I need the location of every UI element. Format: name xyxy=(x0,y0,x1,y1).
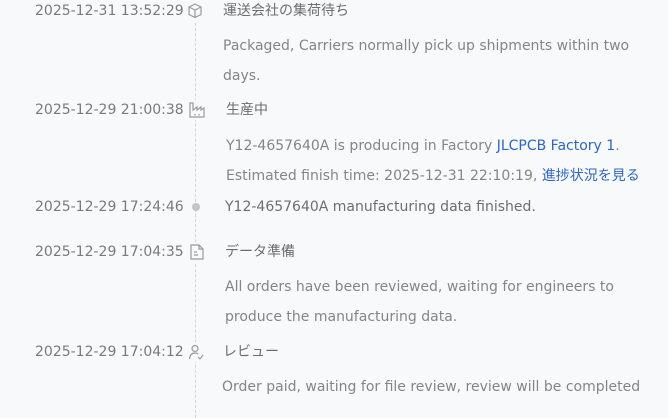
event-description-line: Y12-4657640A is producing in Factory JLC… xyxy=(226,131,640,161)
event-timestamp: 2025-12-31 13:52:29 xyxy=(35,3,184,19)
factory-icon xyxy=(187,100,207,120)
event-timestamp: 2025-12-29 17:04:12 xyxy=(35,344,184,360)
data-file-icon xyxy=(187,242,207,262)
event-description-line: Order paid, waiting for file review, rev… xyxy=(222,379,641,395)
event-description: Packaged, Carriers normally pick up ship… xyxy=(223,31,629,91)
event-title: 運送会社の集荷待ち xyxy=(223,3,349,19)
factory-link[interactable]: JLCPCB Factory 1 xyxy=(497,138,615,154)
producing-text: Y12-4657640A is producing in Factory xyxy=(226,138,497,154)
event-title: 生産中 xyxy=(226,102,268,118)
event-timestamp: 2025-12-29 17:04:35 xyxy=(35,244,184,260)
period-text: . xyxy=(615,138,620,154)
event-description-line: Packaged, Carriers normally pick up ship… xyxy=(223,38,630,54)
event-description: Y12-4657640A is producing in Factory JLC… xyxy=(226,131,640,191)
event-timestamp: 2025-12-29 21:00:38 xyxy=(35,102,184,118)
estimated-finish-text: Estimated finish time: 2025-12-31 22:10:… xyxy=(226,168,542,184)
event-description-line: Estimated finish time: 2025-12-31 22:10:… xyxy=(226,161,640,191)
dot-icon xyxy=(192,203,200,211)
event-description-line: days. xyxy=(223,68,261,84)
event-description: Order paid, waiting for file review, rev… xyxy=(222,372,640,402)
event-title: データ準備 xyxy=(225,244,295,260)
reviewer-icon xyxy=(186,342,206,362)
order-status-timeline: 2025-12-31 13:52:29 運送会社の集荷待ち Packaged, … xyxy=(0,0,668,418)
event-title: Y12-4657640A manufacturing data finished… xyxy=(225,199,536,215)
view-progress-link[interactable]: 進捗状況を見る xyxy=(542,168,640,184)
event-description-line: All orders have been reviewed, waiting f… xyxy=(225,279,614,295)
event-description-line: produce the manufacturing data. xyxy=(225,309,458,325)
event-timestamp: 2025-12-29 17:24:46 xyxy=(35,199,184,215)
package-icon xyxy=(185,1,205,21)
event-description: All orders have been reviewed, waiting f… xyxy=(225,272,614,332)
event-title: レビュー xyxy=(223,344,279,360)
